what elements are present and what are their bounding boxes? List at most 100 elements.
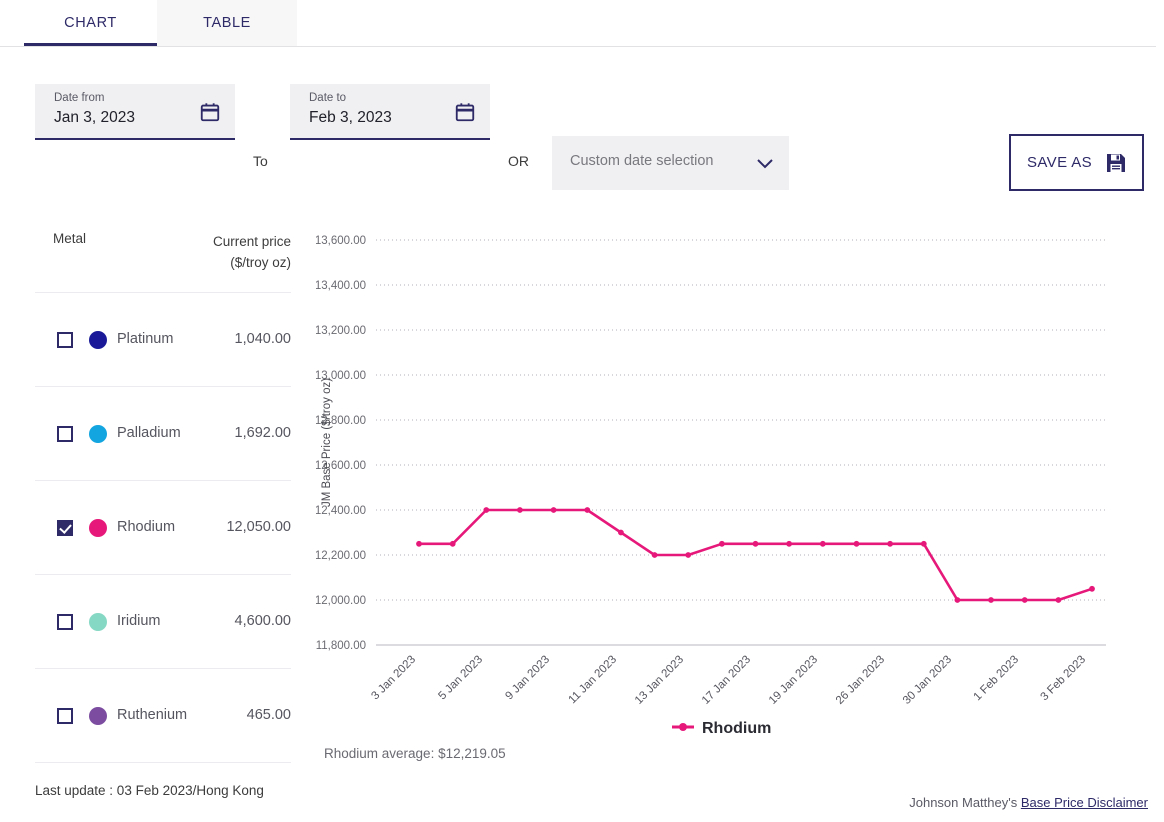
x-axis-tick-label: 3 Feb 2023 (1038, 654, 1088, 704)
y-axis-tick-label: 13,600.00 (316, 235, 366, 247)
metals-table-header: Metal Current price ($/troy oz) (35, 222, 291, 292)
tab-chart[interactable]: CHART (24, 0, 157, 46)
date-from-value: Jan 3, 2023 (54, 109, 136, 126)
y-axis-tick-label: 12,200.00 (316, 550, 366, 562)
y-axis-tick-label: 12,000.00 (316, 595, 366, 607)
metal-color-dot (89, 424, 107, 443)
legend-label-rhodium[interactable]: Rhodium (702, 720, 771, 737)
metals-table-bottom-divider (35, 762, 291, 763)
chart-average-label: Rhodium average: $12,219.05 (324, 746, 506, 761)
date-to-label: Date to (309, 92, 347, 104)
tab-bar-divider (0, 46, 1156, 47)
table-row[interactable]: Platinum 1,040.00 (35, 292, 291, 386)
last-update-text: Last update : 03 Feb 2023/Hong Kong (35, 783, 264, 798)
x-axis-tick-label: 5 Jan 2023 (436, 654, 485, 703)
metals-row-container: Platinum 1,040.00 Palladium 1,692.00 Rhodium… (35, 292, 291, 762)
metal-color-dot (89, 330, 107, 349)
date-from-field[interactable]: Date from Jan 3, 2023 (35, 84, 235, 140)
data-point[interactable] (819, 540, 826, 547)
metal-price: 4,600.00 (234, 612, 291, 629)
metals-table: Metal Current price ($/troy oz) Platinum… (35, 222, 291, 763)
data-point[interactable] (954, 597, 961, 603)
y-axis-tick-label: 13,200.00 (316, 325, 366, 337)
metal-checkbox-rhodium[interactable] (57, 519, 73, 536)
data-point[interactable] (685, 552, 692, 558)
tab-chart-label: CHART (64, 15, 117, 31)
calendar-icon[interactable] (199, 101, 221, 123)
floppy-disk-save-icon (1106, 153, 1126, 173)
chevron-down-icon (757, 156, 773, 169)
series-line-rhodium (417, 508, 1094, 602)
metal-checkbox-platinum[interactable] (57, 331, 73, 348)
x-axis-tick-label: 13 Jan 2023 (633, 654, 686, 707)
data-point[interactable] (988, 597, 994, 603)
y-axis-title: JM Base Price ($/troy oz) (321, 378, 333, 507)
date-to-field[interactable]: Date to Feb 3, 2023 (290, 84, 490, 140)
x-axis-tick-label: 1 Feb 2023 (971, 654, 1021, 704)
data-point[interactable] (550, 507, 557, 513)
data-point[interactable] (618, 529, 624, 536)
footer-disclaimer-prefix: Johnson Matthey's (909, 795, 1021, 810)
column-header-current-price: Current price ($/troy oz) (131, 231, 291, 273)
tab-bar: CHART TABLE (0, 0, 1164, 48)
custom-date-selection-value: Custom date selection (570, 153, 714, 169)
data-point[interactable] (449, 540, 456, 547)
y-axis-tick-label: 11,800.00 (316, 640, 366, 652)
base-price-disclaimer-link[interactable]: Base Price Disclaimer (1021, 795, 1148, 810)
date-from-label: Date from (54, 92, 105, 104)
filter-bar: Date from Jan 3, 2023 To Date to Feb 3, … (0, 48, 1164, 191)
column-header-current-price-line2: ($/troy oz) (230, 255, 291, 270)
tab-table[interactable]: TABLE (157, 0, 297, 46)
data-point[interactable] (1055, 597, 1062, 603)
x-axis-tick-label: 30 Jan 2023 (901, 654, 954, 707)
metal-checkbox-ruthenium[interactable] (57, 707, 73, 724)
metal-checkbox-iridium[interactable] (57, 613, 73, 630)
metal-price: 465.00 (246, 706, 291, 723)
data-point[interactable] (483, 507, 490, 513)
chart-svg: 13,600.0013,400.0013,200.0013,000.0012,8… (316, 235, 1106, 737)
tab-table-label: TABLE (203, 15, 251, 31)
table-row[interactable]: Iridium 4,600.00 (35, 574, 291, 668)
table-row[interactable]: Ruthenium 465.00 (35, 668, 291, 762)
data-point[interactable] (853, 540, 860, 547)
metal-price: 1,040.00 (234, 330, 291, 347)
data-point[interactable] (786, 540, 792, 547)
price-chart: 13,600.00 13,400.00 13,200.00 13,000.00 12,8… (316, 220, 1164, 780)
save-as-button[interactable]: SAVE AS (1009, 134, 1144, 191)
data-point[interactable] (1089, 585, 1095, 592)
x-axis-tick-label: 3 Jan 2023 (369, 654, 418, 703)
custom-date-selection-dropdown[interactable]: Custom date selection (552, 136, 789, 190)
data-point[interactable] (584, 507, 591, 513)
data-point[interactable] (1021, 597, 1028, 603)
data-point[interactable] (651, 552, 658, 558)
x-axis-tick-label: 19 Jan 2023 (767, 654, 820, 707)
x-axis-tick-label: 17 Jan 2023 (700, 654, 753, 707)
metal-color-dot (89, 612, 107, 631)
metal-checkbox-palladium[interactable] (57, 425, 73, 442)
y-axis-tick-label: 13,400.00 (316, 280, 366, 292)
footer-disclaimer: Johnson Matthey's Base Price Disclaimer (909, 795, 1148, 810)
data-point[interactable] (517, 507, 523, 513)
data-point[interactable] (920, 540, 927, 547)
metal-price: 1,692.00 (234, 424, 291, 441)
date-to-value: Feb 3, 2023 (309, 109, 392, 126)
save-as-label: SAVE AS (1026, 154, 1093, 171)
data-point[interactable] (887, 540, 893, 547)
x-axis-tick-label: 9 Jan 2023 (503, 654, 552, 703)
data-point[interactable] (752, 540, 759, 547)
data-point[interactable] (416, 540, 422, 547)
table-row[interactable]: Rhodium 12,050.00 (35, 480, 291, 574)
calendar-icon[interactable] (454, 101, 476, 123)
legend-marker-dot (679, 723, 687, 731)
column-header-metal: Metal (53, 231, 87, 246)
or-label: OR (508, 153, 529, 169)
metal-color-dot (89, 706, 107, 725)
metal-color-dot (89, 518, 107, 537)
column-header-current-price-line1: Current price (212, 234, 291, 249)
x-axis-tick-label: 11 Jan 2023 (566, 654, 619, 707)
table-row[interactable]: Palladium 1,692.00 (35, 386, 291, 480)
x-axis-tick-label: 26 Jan 2023 (834, 654, 887, 707)
metal-price: 12,050.00 (226, 518, 291, 535)
to-label: To (253, 153, 268, 169)
data-point[interactable] (719, 540, 725, 547)
